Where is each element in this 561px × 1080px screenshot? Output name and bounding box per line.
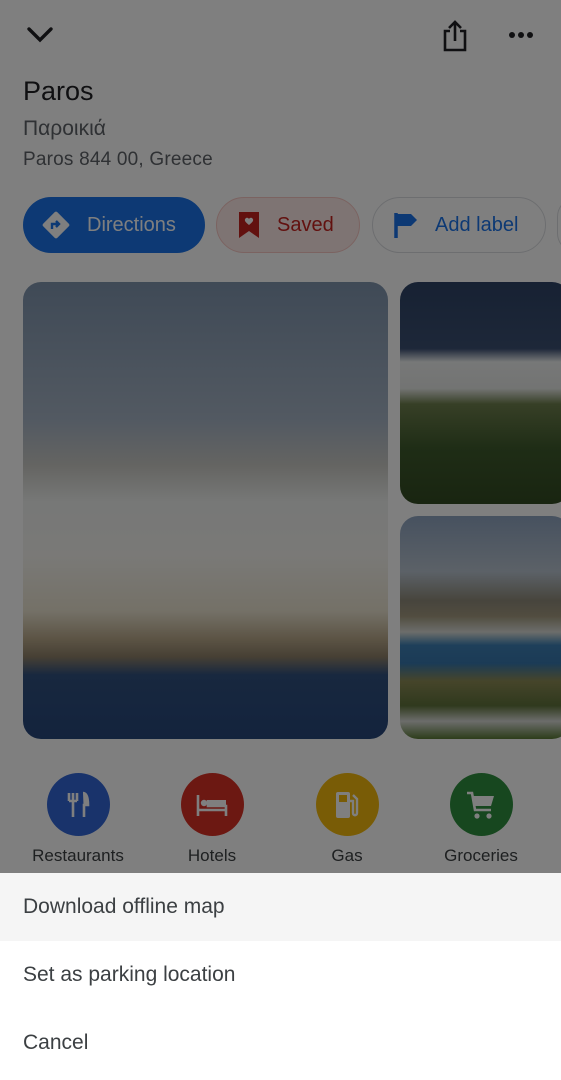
set-parking-location-option[interactable]: Set as parking location [0,941,561,1009]
modal-scrim[interactable] [0,0,561,873]
action-sheet: Download offline map Set as parking loca… [0,873,561,1080]
cancel-option[interactable]: Cancel [0,1009,561,1077]
option-label: Cancel [23,1031,89,1054]
option-label: Set as parking location [23,963,236,986]
place-page: Paros Παροικιά Paros 844 00, Greece Dire… [0,0,561,873]
download-offline-map-option[interactable]: Download offline map [0,873,561,941]
option-label: Download offline map [23,895,225,918]
